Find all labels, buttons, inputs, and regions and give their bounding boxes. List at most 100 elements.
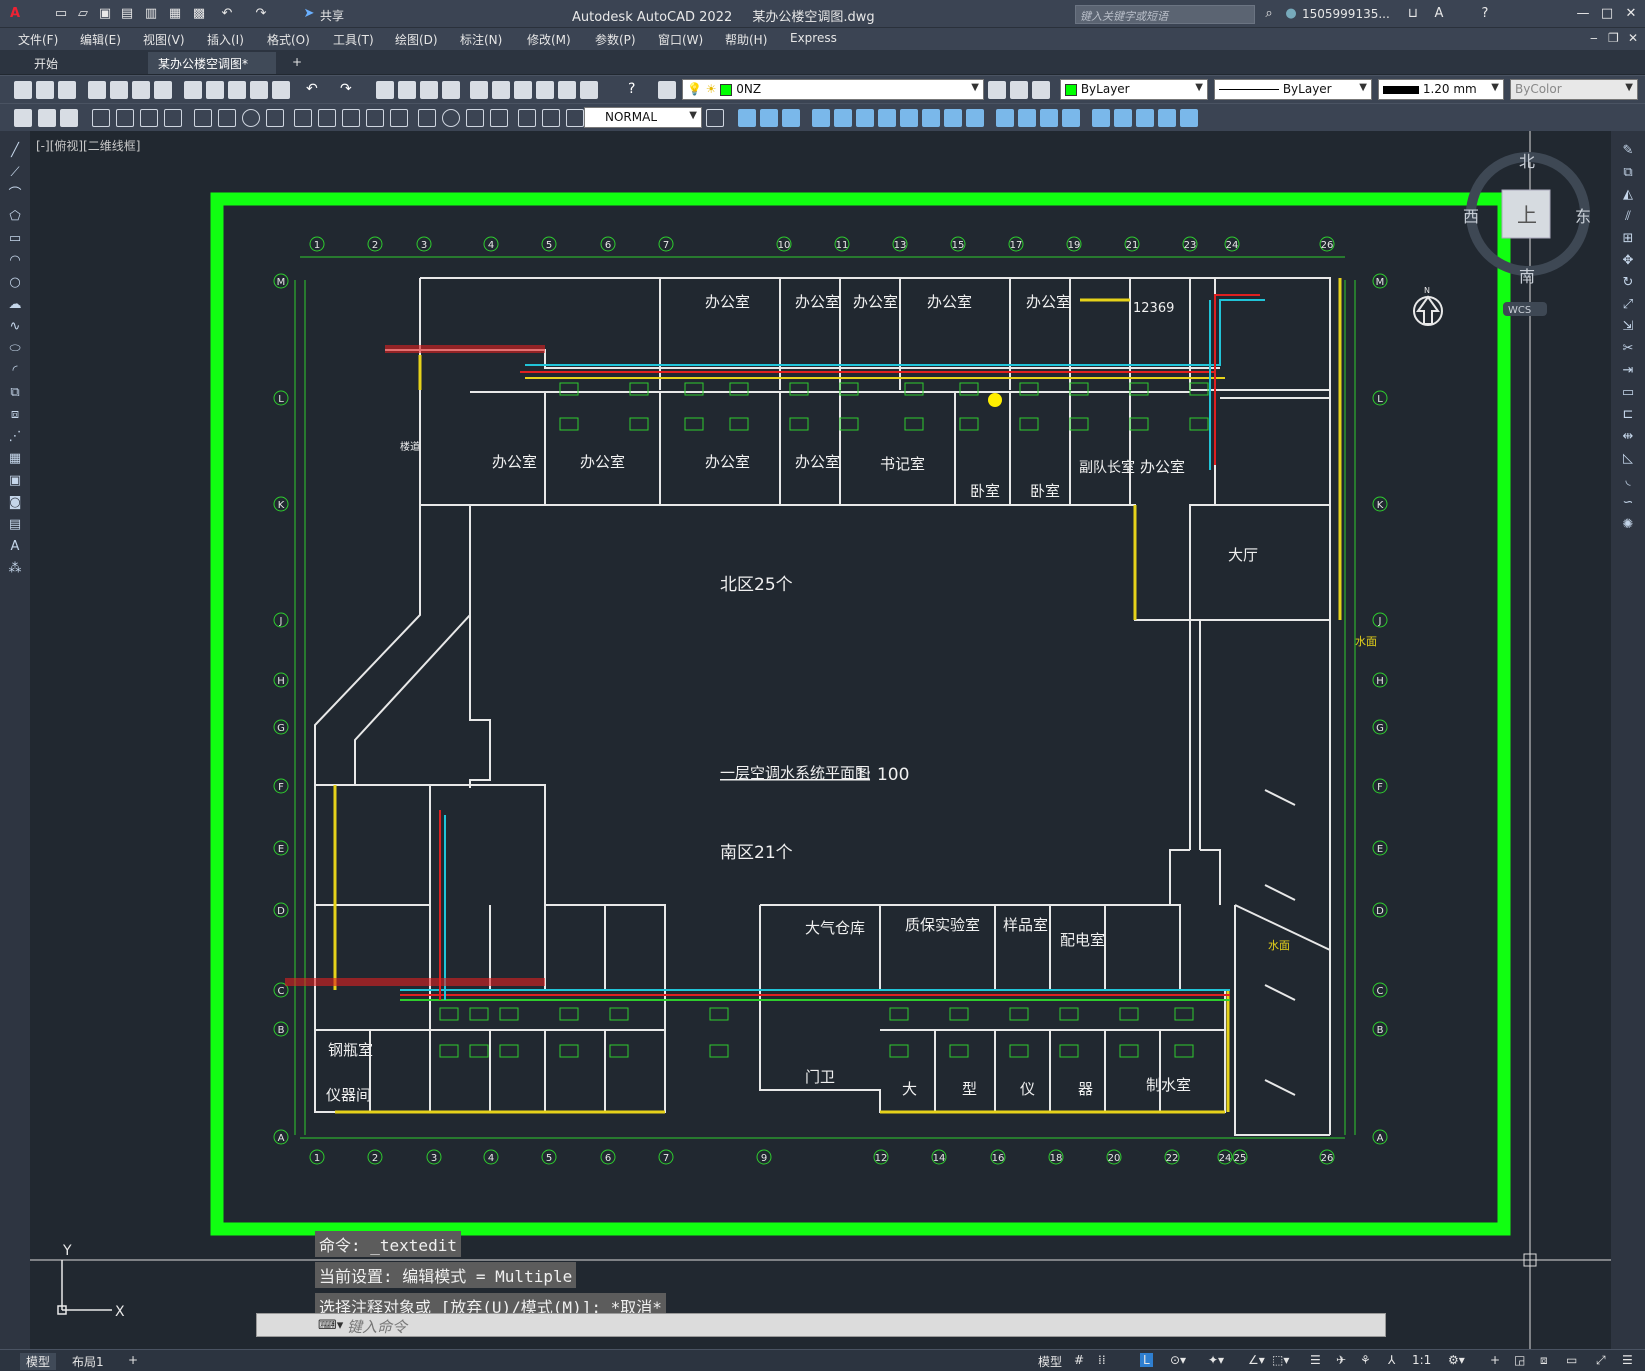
- explode-side-icon[interactable]: ✺: [1620, 517, 1636, 533]
- dim-update-icon[interactable]: [566, 109, 584, 127]
- zoom-previous-icon[interactable]: [442, 81, 460, 99]
- drawing-viewport[interactable]: 1 2 3 4 5 6 7 10 11 13 15 17 19 21 23 24 26 1 2 3 4 5 6 7 9 12 14…: [30, 131, 1611, 1349]
- maximize-icon[interactable]: □: [1598, 5, 1616, 23]
- inspect-icon[interactable]: [466, 109, 484, 127]
- autodesk-icon[interactable]: A: [1430, 5, 1448, 23]
- lineweight-icon[interactable]: ☰: [1310, 1353, 1321, 1367]
- redo-icon[interactable]: ↷: [252, 5, 270, 23]
- erase-icon[interactable]: [738, 109, 756, 127]
- user-name[interactable]: 1505999135...: [1302, 7, 1390, 21]
- menu-edit[interactable]: 编辑(E): [80, 31, 121, 48]
- add-selected-icon[interactable]: ⁂: [7, 561, 23, 577]
- dim-style-dropdown[interactable]: NORMAL ▼: [584, 107, 702, 128]
- circle-icon[interactable]: ○: [7, 275, 23, 291]
- clean-screen-icon[interactable]: ▭: [1566, 1353, 1577, 1367]
- break-icon[interactable]: [390, 109, 408, 127]
- blend-side-icon[interactable]: ∽: [1620, 495, 1636, 511]
- region-icon[interactable]: ◙: [7, 495, 23, 511]
- tab-start[interactable]: 开始: [24, 52, 68, 74]
- layer-dropdown[interactable]: 💡 ☀ 0NZ ▼: [682, 79, 984, 100]
- sheet-set-icon[interactable]: [536, 81, 554, 99]
- save-icon[interactable]: ▣: [96, 5, 114, 23]
- open-file-icon[interactable]: ▱: [74, 5, 92, 23]
- 3d-dwf-icon[interactable]: [154, 81, 172, 99]
- toolbar-help-icon[interactable]: ?: [628, 81, 646, 99]
- diameter-icon[interactable]: [242, 109, 260, 127]
- break-at-point-icon[interactable]: ⊏: [1620, 407, 1636, 423]
- cut-icon[interactable]: [184, 81, 202, 99]
- trim-icon[interactable]: [944, 109, 962, 127]
- menu-dimension[interactable]: 标注(N): [460, 31, 502, 48]
- make-block-icon[interactable]: ⧈: [7, 407, 23, 423]
- quick-dim-icon[interactable]: [294, 109, 312, 127]
- publish-toolbar-icon[interactable]: [132, 81, 150, 99]
- extend-icon[interactable]: [966, 109, 984, 127]
- customize-icon[interactable]: ☰: [1622, 1353, 1633, 1367]
- spline-icon[interactable]: ∿: [7, 319, 23, 335]
- chevron-down-icon[interactable]: ▼: [1491, 82, 1499, 93]
- tool-icon[interactable]: [38, 109, 56, 127]
- open-icon[interactable]: [36, 81, 54, 99]
- offset-icon[interactable]: [812, 109, 830, 127]
- array-side-icon[interactable]: ⊞: [1620, 231, 1636, 247]
- layer-previous-icon[interactable]: [1010, 81, 1028, 99]
- blend-icon[interactable]: [1180, 109, 1198, 127]
- chevron-down-icon[interactable]: ▼: [971, 82, 979, 93]
- chevron-down-icon[interactable]: ▼: [1359, 82, 1367, 93]
- arc-icon[interactable]: ◠: [7, 253, 23, 269]
- dim-edit-icon[interactable]: [518, 109, 536, 127]
- join-side-icon[interactable]: ⇹: [1620, 429, 1636, 445]
- new-file-icon[interactable]: ▭: [52, 5, 70, 23]
- rectangle-icon[interactable]: ▭: [7, 231, 23, 247]
- chevron-down-icon[interactable]: ▼: [1195, 82, 1203, 93]
- print-icon[interactable]: ▩: [190, 5, 208, 23]
- linear-dim-icon[interactable]: [92, 109, 110, 127]
- ortho-icon[interactable]: L: [1140, 1353, 1153, 1367]
- hardware-accel-icon[interactable]: ⧈: [1540, 1353, 1548, 1368]
- hatch-icon[interactable]: ▦: [7, 451, 23, 467]
- minimize-icon[interactable]: —: [1574, 5, 1592, 23]
- continue-icon[interactable]: [342, 109, 360, 127]
- array-icon[interactable]: [834, 109, 852, 127]
- share-icon[interactable]: ➤: [300, 5, 318, 23]
- chevron-down-icon[interactable]: ▼: [689, 110, 697, 121]
- undo-icon[interactable]: ↶: [218, 5, 236, 23]
- user-icon[interactable]: ●: [1282, 5, 1300, 23]
- publish-icon[interactable]: ▥: [142, 5, 160, 23]
- revcloud-icon[interactable]: ☁: [7, 297, 23, 313]
- dim-style-manager-icon[interactable]: [706, 109, 724, 127]
- color-dropdown[interactable]: ByLayer ▼: [1060, 79, 1208, 100]
- menu-express[interactable]: Express: [790, 31, 837, 45]
- command-prompt-icon[interactable]: ⌨▾: [318, 1318, 343, 1333]
- menu-window[interactable]: 窗口(W): [658, 31, 703, 48]
- annotation-scale-icon[interactable]: ⅄: [1388, 1353, 1395, 1367]
- menu-insert[interactable]: 插入(I): [207, 31, 244, 48]
- viewport-controls-label[interactable]: [-][俯视][二维线框]: [36, 137, 140, 154]
- gradient-icon[interactable]: ▣: [7, 473, 23, 489]
- calculator-icon[interactable]: [580, 81, 598, 99]
- mtext-icon[interactable]: A: [7, 539, 23, 555]
- chamfer-icon[interactable]: [1040, 109, 1058, 127]
- model-space-button[interactable]: 模型: [1038, 1353, 1062, 1370]
- chevron-down-icon[interactable]: ▼: [1625, 82, 1633, 93]
- new-tab-icon[interactable]: +: [282, 52, 312, 74]
- properties-icon[interactable]: [470, 81, 488, 99]
- rotate-icon[interactable]: [878, 109, 896, 127]
- osnap-icon[interactable]: ⬚▾: [1272, 1353, 1289, 1367]
- search-input[interactable]: 键入关键字或短语: [1075, 5, 1255, 24]
- mirror-icon[interactable]: [782, 109, 800, 127]
- layout-tab[interactable]: 布局1: [72, 1353, 104, 1370]
- share-label[interactable]: 共享: [320, 7, 344, 24]
- plus-icon[interactable]: +: [1490, 1353, 1500, 1367]
- break-side-icon[interactable]: ▭: [1620, 385, 1636, 401]
- lengthen-icon[interactable]: [1158, 109, 1176, 127]
- ellipse-icon[interactable]: ⬭: [7, 341, 23, 357]
- menu-parameter[interactable]: 参数(P): [595, 31, 636, 48]
- design-center-icon[interactable]: [492, 81, 510, 99]
- close-icon[interactable]: ✕: [1622, 5, 1640, 23]
- zoom-window-icon[interactable]: [420, 81, 438, 99]
- construction-line-icon[interactable]: ⟋: [7, 165, 23, 181]
- explode-icon[interactable]: [1092, 109, 1110, 127]
- tolerance-icon[interactable]: [418, 109, 436, 127]
- insert-block-icon[interactable]: ⧉: [7, 385, 23, 401]
